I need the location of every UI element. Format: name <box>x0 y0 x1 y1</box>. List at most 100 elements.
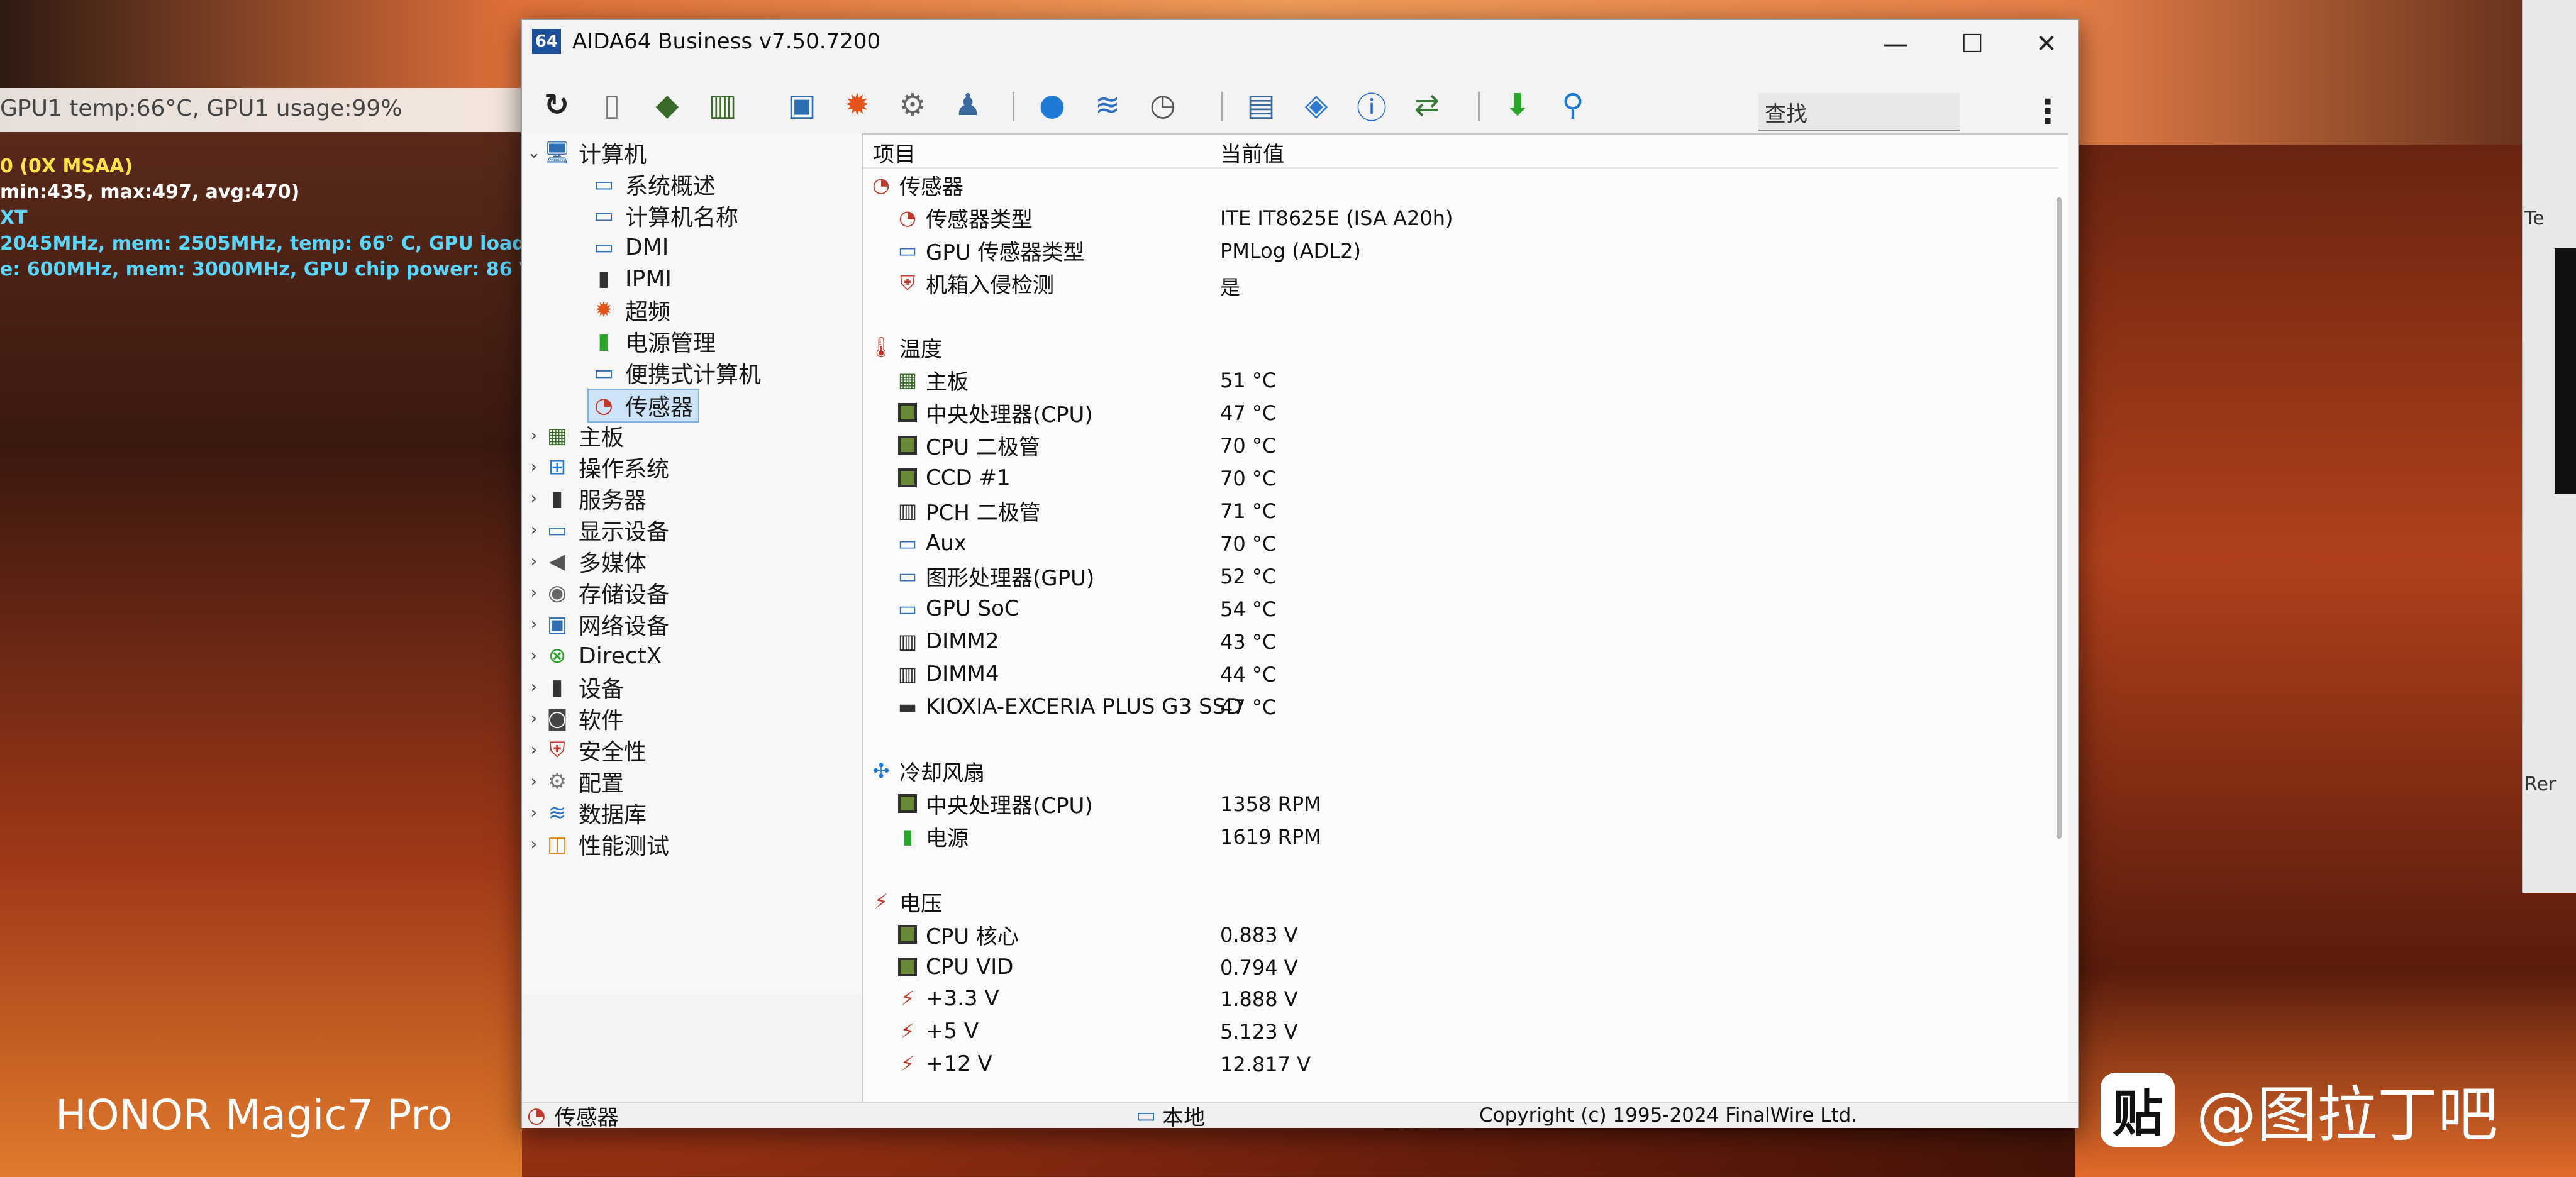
list-item[interactable]: CCD #1 <box>894 463 1011 493</box>
list-item[interactable]: ▥ DIMM4 <box>894 659 999 689</box>
database-icon[interactable]: ≋ <box>1087 84 1128 126</box>
tree-item-overclock[interactable]: ✹ 超频 <box>590 294 670 326</box>
tree-item-sensor-selected[interactable]: ◔ 传感器 <box>587 389 700 423</box>
chevron-down-icon[interactable]: ⌄ <box>525 143 543 162</box>
group-header-cooling-fans[interactable]: ✣ 冷却风扇 <box>868 756 985 786</box>
list-item[interactable]: ⚡ +3.3 V <box>894 983 999 1014</box>
chevron-right-icon[interactable]: › <box>525 615 543 634</box>
chevron-right-icon[interactable]: › <box>525 489 543 508</box>
sensor-list-view[interactable]: 项目 当前值 ◔ 传感器 ◔ 传感器类型 ITE IT8625E (ISA A2… <box>862 133 2068 1103</box>
chevron-right-icon[interactable]: › <box>525 804 543 822</box>
tree-node-storage[interactable]: › ◉ 存储设备 <box>525 577 669 609</box>
log-icon[interactable]: ◷ <box>1142 84 1184 126</box>
list-item[interactable]: ▮ 电源 <box>894 821 969 851</box>
tree-node-config[interactable]: › ⚙ 配置 <box>525 766 624 797</box>
list-item[interactable]: ▭ Aux <box>894 528 967 558</box>
download-icon[interactable]: ⬇ <box>1497 84 1538 126</box>
tree-item-dmi[interactable]: ▭ DMI <box>590 231 669 263</box>
list-item[interactable]: ⚡ +12 V <box>894 1049 992 1079</box>
chevron-right-icon[interactable]: › <box>525 521 543 539</box>
motherboard-icon[interactable]: ◆ <box>647 84 688 126</box>
list-item[interactable]: 中央处理器(CPU) <box>894 397 1093 428</box>
list-item[interactable]: ▥ PCH 二极管 <box>894 495 1041 526</box>
chevron-right-icon[interactable]: › <box>525 772 543 791</box>
group-header-sensor[interactable]: ◔ 传感器 <box>868 170 963 200</box>
maximize-button[interactable]: ☐ <box>1941 25 2004 63</box>
user-icon[interactable]: ♟ <box>947 84 989 126</box>
list-item[interactable]: ◔ 传感器类型 <box>894 202 1033 233</box>
close-button[interactable]: ✕ <box>2015 25 2078 63</box>
more-menu-icon[interactable]: ⋮ <box>2031 93 2064 131</box>
chevron-right-icon[interactable]: › <box>525 583 543 602</box>
chevron-right-icon[interactable]: › <box>525 835 543 854</box>
vertical-scrollbar[interactable] <box>2057 197 2062 839</box>
tree-node-server[interactable]: › ▮ 服务器 <box>525 483 647 514</box>
list-item[interactable]: ▭ GPU SoC <box>894 594 1019 624</box>
minimize-button[interactable]: — <box>1864 25 1927 63</box>
navigation-tree: ⌄ 🖥 计算机 ▭ 系统概述 ▭ 计算机名称 ▭ DMI ▮ IPMI ✹ 超频… <box>522 133 862 995</box>
list-item[interactable]: CPU VID <box>894 952 1013 982</box>
tree-label: 性能测试 <box>579 834 670 859</box>
tree-node-security[interactable]: › ⛨ 安全性 <box>525 734 647 766</box>
tree-node-display[interactable]: › ▭ 显示设备 <box>525 514 669 546</box>
network-check-icon[interactable]: ⇄ <box>1406 84 1448 126</box>
monitor-icon[interactable]: ▤ <box>1240 84 1282 126</box>
cube-icon[interactable]: ◈ <box>1296 84 1337 126</box>
tree-node-computer[interactable]: ⌄ 🖥 计算机 <box>525 137 647 169</box>
voltage-icon: ⚡ <box>874 890 889 914</box>
search-input[interactable]: 查找 <box>1758 93 1960 131</box>
memory-icon[interactable]: ▥ <box>702 84 743 126</box>
tree-item-computer-name[interactable]: ▭ 计算机名称 <box>590 200 738 231</box>
list-item[interactable]: ⛨ 机箱入侵检测 <box>894 268 1054 298</box>
search-icon[interactable]: ⚲ <box>1552 84 1594 126</box>
list-item[interactable]: ▦ 主板 <box>894 365 969 395</box>
info-icon[interactable]: ⓘ <box>1351 84 1392 126</box>
toolbar-separator <box>1221 92 1223 121</box>
tree-node-multimedia[interactable]: › ◀ 多媒体 <box>525 546 647 577</box>
list-item[interactable]: 中央处理器(CPU) <box>894 788 1093 819</box>
group-title: 电压 <box>899 891 942 917</box>
tree-node-os[interactable]: › ⊞ 操作系统 <box>525 451 669 483</box>
tree-node-motherboard[interactable]: › ▦ 主板 <box>525 420 624 451</box>
column-header-value[interactable]: 当前值 <box>1220 137 1284 168</box>
flame-icon[interactable]: ✹ <box>836 84 878 126</box>
tree-node-devices[interactable]: › ▮ 设备 <box>525 671 624 703</box>
list-item[interactable]: ▬ KIOXIA-EXCERIA PLUS G3 SSD <box>894 692 1243 722</box>
tree-item-portable-computer[interactable]: ▭ 便携式计算机 <box>590 357 761 389</box>
benchmark-icon[interactable]: ⚙ <box>892 84 933 126</box>
title-bar[interactable]: 64 AIDA64 Business v7.50.7200 — ☐ ✕ <box>522 20 2078 70</box>
chevron-right-icon[interactable]: › <box>525 426 543 445</box>
list-item[interactable]: ▥ DIMM2 <box>894 626 999 656</box>
list-item[interactable]: CPU 核心 <box>894 919 1019 949</box>
chevron-right-icon[interactable]: › <box>525 552 543 571</box>
tree-item-system-summary[interactable]: ▭ 系统概述 <box>590 169 716 200</box>
list-item[interactable]: ⚡ +5 V <box>894 1016 979 1046</box>
chevron-right-icon[interactable]: › <box>525 709 543 728</box>
list-item[interactable]: ▭ GPU 传感器类型 <box>894 235 1085 265</box>
status-current-page: ◔ 传感器 <box>527 1103 619 1130</box>
voltage-icon: ⚡ <box>900 1019 915 1043</box>
tree-label: 服务器 <box>579 488 647 514</box>
refresh-icon[interactable]: ↻ <box>536 84 577 126</box>
tree-item-ipmi[interactable]: ▮ IPMI <box>590 263 672 294</box>
tree-node-database[interactable]: › ≋ 数据库 <box>525 797 647 829</box>
tree-node-software[interactable]: › ◙ 软件 <box>525 703 624 734</box>
item-value: 12.817 V <box>1220 1053 1311 1076</box>
tree-node-benchmark[interactable]: › ◫ 性能测试 <box>525 829 669 860</box>
globe-icon[interactable]: ● <box>1031 84 1073 126</box>
column-header-item[interactable]: 项目 <box>873 137 916 168</box>
tree-node-network[interactable]: › ▣ 网络设备 <box>525 609 669 640</box>
group-title: 温度 <box>899 336 942 362</box>
group-header-temperature[interactable]: 🌡 温度 <box>868 332 942 362</box>
network-icon[interactable]: ▣ <box>781 84 823 126</box>
chevron-right-icon[interactable]: › <box>525 458 543 477</box>
list-item[interactable]: ▭ 图形处理器(GPU) <box>894 561 1094 591</box>
tree-item-power-management[interactable]: ▮ 电源管理 <box>590 326 716 357</box>
tree-node-directx[interactable]: › ⊗ DirectX <box>525 640 662 671</box>
report-icon[interactable]: ▯ <box>591 84 633 126</box>
list-item[interactable]: CPU 二极管 <box>894 430 1040 460</box>
chevron-right-icon[interactable]: › <box>525 646 543 665</box>
chevron-right-icon[interactable]: › <box>525 741 543 760</box>
chevron-right-icon[interactable]: › <box>525 678 543 697</box>
group-header-voltage[interactable]: ⚡ 电压 <box>868 887 942 917</box>
